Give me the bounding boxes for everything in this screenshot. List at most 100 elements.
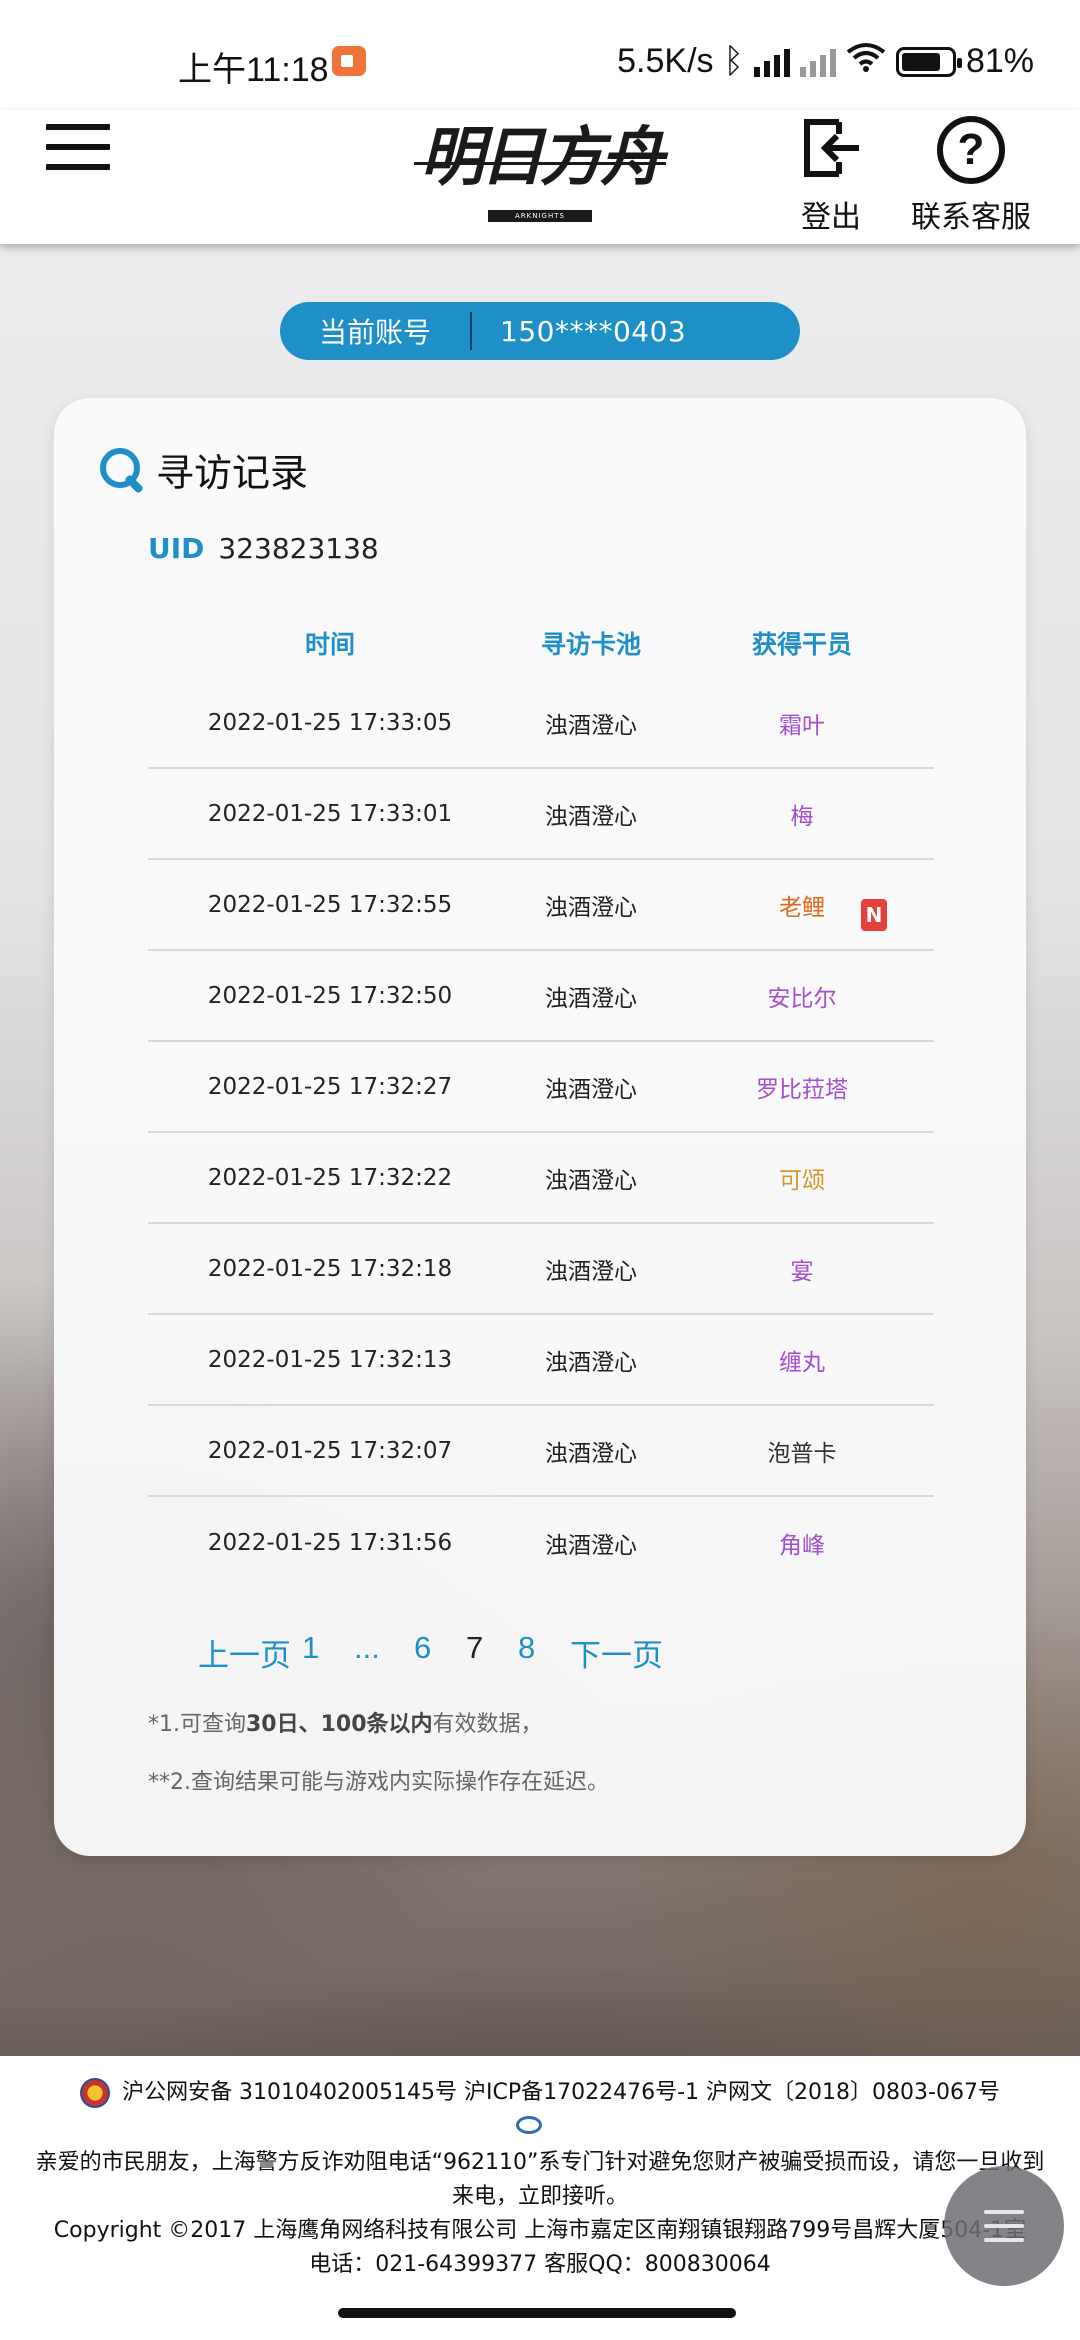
row-operator: 梅 [670,797,934,831]
table-row: 2022-01-25 17:32:18 浊酒澄心 宴 [148,1224,934,1315]
operator-name: 缠丸 [779,1349,825,1376]
signal-hd-icon [799,47,836,77]
page-6-button[interactable]: 6 [414,1630,431,1666]
customer-service-button[interactable]: ? 联系客服 [906,116,1036,236]
row-operator: 可颂 [670,1161,934,1195]
footer-registration-text[interactable]: 沪公网安备 31010402005145号 沪ICP备17022476号-1 沪… [122,2076,1000,2110]
police-badge-icon [80,2078,111,2108]
operator-name: 泡普卡 [767,1440,837,1467]
row-time: 2022-01-25 17:32:55 [207,891,453,918]
current-account-pill: 当前账号 150****0403 [280,302,800,360]
status-bar: 上午11:18 5.5K/s ᛒ 81% [0,0,1080,110]
record-table: 时间 寻访卡池 获得干员 2022-01-25 17:33:05 浊酒澄心 霜叶 20… [148,616,934,1588]
table-row: 2022-01-25 17:33:05 浊酒澄心 霜叶 [148,678,934,769]
row-operator: 宴 [670,1252,934,1286]
customer-service-label: 联系客服 [911,200,1031,235]
card-title: 寻访记录 [98,442,308,497]
account-label: 当前账号 [318,316,431,349]
menu-icon[interactable] [46,124,110,174]
operator-name: 可颂 [779,1167,825,1194]
logo-text: 明日方舟 [420,120,664,195]
row-operator: 泡普卡 [670,1434,934,1468]
footer-copyright: Copyright ©2017 上海鹰角网络科技有限公司 上海市嘉定区南翔镇银翔… [53,2218,1027,2243]
wifi-icon [846,42,886,81]
page-8-button[interactable]: 8 [518,1630,535,1666]
table-row: 2022-01-25 17:32:27 浊酒澄心 罗比菈塔 [148,1042,934,1133]
table-row: 2022-01-25 17:33:01 浊酒澄心 梅 [148,769,934,860]
page-ellipsis: ... [354,1630,380,1665]
row-pool: 浊酒澄心 [545,1440,637,1467]
row-operator: 老鲤 N [670,888,934,931]
logout-button[interactable]: 登出 [796,116,866,236]
table-body: 2022-01-25 17:33:05 浊酒澄心 霜叶 2022-01-25 17:3… [148,678,934,1588]
row-time: 2022-01-25 17:33:05 [207,709,453,736]
row-time: 2022-01-25 17:32:27 [207,1073,453,1100]
footer-antifraud-text: 亲爱的市民朋友，上海警方反诈劝阻电话“962110”系专门针对避免您财产被骗受损… [35,2150,1045,2175]
col-header-operator: 获得干员 [751,630,852,659]
headhunt-record-card: 寻访记录 UID 323823138 时间 寻访卡池 获得干员 2022-01-… [54,398,1026,1856]
table-row: 2022-01-25 17:32:50 浊酒澄心 安比尔 [148,951,934,1042]
next-page-button[interactable]: 下一页 [570,1630,663,1675]
floating-menu-button[interactable] [944,2166,1064,2286]
note-1-suffix: 有效数据， [432,1712,543,1737]
logo-subtitle: ARKNIGHTS [488,210,592,222]
row-operator: 缠丸 [670,1343,934,1377]
operator-name: 角峰 [779,1532,825,1559]
operator-name: 霜叶 [779,712,825,739]
operator-name: 宴 [790,1258,814,1285]
bluetooth-icon: ᛒ [723,42,744,80]
home-indicator[interactable] [338,2308,736,2318]
row-operator: 霜叶 [670,706,934,740]
page-1-button[interactable]: 1 [302,1630,319,1666]
row-pool: 浊酒澄心 [545,1076,637,1103]
help-icon: ? [937,116,1005,184]
row-time: 2022-01-25 17:33:01 [207,800,453,827]
account-value: 150****0403 [500,314,687,348]
uid-label: UID [148,532,205,565]
arknights-logo: 明日方舟 ARKNIGHTS [414,110,666,230]
note-1-prefix: *1.可查询 [148,1712,246,1737]
operator-name: 罗比菈塔 [756,1076,848,1103]
new-operator-badge: N [861,898,887,931]
net-culture-badge-icon [516,2116,542,2134]
row-time: 2022-01-25 17:32:22 [207,1164,453,1191]
site-footer: 沪公网安备 31010402005145号 沪ICP备17022476号-1 沪… [0,2056,1080,2340]
current-page: 7 [466,1630,484,1665]
pagination: 上一页 1 ... 6 7 8 下一页 [148,1630,934,1680]
row-pool: 浊酒澄心 [545,1532,637,1559]
row-time: 2022-01-25 17:32:13 [207,1346,453,1373]
row-time: 2022-01-25 17:32:07 [207,1437,453,1464]
operator-name: 安比尔 [767,985,837,1012]
table-row: 2022-01-25 17:32:13 浊酒澄心 缠丸 [148,1315,934,1406]
col-header-pool: 寻访卡池 [540,630,641,659]
row-time: 2022-01-25 17:32:18 [207,1255,453,1282]
row-operator: 罗比菈塔 [670,1070,934,1104]
row-time: 2022-01-25 17:31:56 [207,1529,453,1556]
card-title-text: 寻访记录 [156,451,309,495]
operator-name: 梅 [790,803,814,830]
footer-registration: 沪公网安备 31010402005145号 沪ICP备17022476号-1 沪… [0,2076,1080,2110]
row-pool: 浊酒澄心 [545,712,637,739]
row-time: 2022-01-25 17:32:50 [207,982,453,1009]
battery-icon [895,46,962,77]
row-operator: 安比尔 [670,979,934,1013]
row-operator: 角峰 [670,1526,934,1560]
battery-level: 81% [965,42,1034,80]
row-pool: 浊酒澄心 [545,1349,637,1376]
uid-row: UID 323823138 [148,532,379,565]
prev-page-button[interactable]: 上一页 [198,1630,291,1675]
note-1: *1.可查询30日、100条以内有效数据， [148,1706,543,1738]
col-header-time: 时间 [304,630,355,659]
row-pool: 浊酒澄心 [545,894,637,921]
footer-antifraud-text-2: 来电，立即接听。 [451,2184,628,2209]
table-row: 2022-01-25 17:32:07 浊酒澄心 泡普卡 [148,1406,934,1497]
note-2: **2.查询结果可能与游戏内实际操作存在延迟。 [148,1770,609,1795]
app-header: 明日方舟 ARKNIGHTS 登出 ? 联系客服 [0,110,1080,244]
video-record-icon [332,46,366,76]
footer-contact: 电话：021-64399377 客服QQ：800830064 [309,2252,771,2277]
operator-name: 老鲤 [779,894,825,921]
signal-icon [753,47,790,77]
row-pool: 浊酒澄心 [545,803,637,830]
search-icon [98,446,146,494]
row-pool: 浊酒澄心 [545,985,637,1012]
